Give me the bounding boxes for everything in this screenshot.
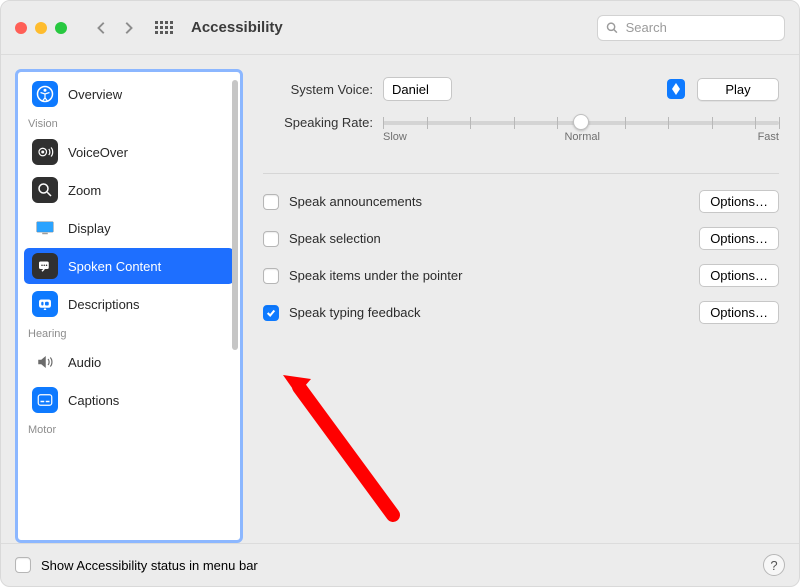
speaking-rate-slider-area: Slow Normal Fast [383,115,779,143]
sidebar-item-label: Audio [68,355,101,370]
sidebar-item-spoken-content[interactable]: Spoken Content [24,248,234,284]
sidebar-frame: Overview Vision VoiceOver Zoom [15,69,243,543]
show-all-prefs-button[interactable] [151,15,177,41]
help-button[interactable]: ? [763,554,785,576]
content-divider [263,173,779,174]
rate-normal-label: Normal [564,131,599,143]
audio-icon [32,349,58,375]
display-icon [32,215,58,241]
titlebar: Accessibility [1,1,799,55]
forward-button[interactable] [115,15,141,41]
speak-announcements-checkbox[interactable] [263,194,279,210]
window-controls [15,22,67,34]
show-status-checkbox[interactable] [15,557,31,573]
speak-pointer-label: Speak items under the pointer [289,268,699,283]
rate-fast-label: Fast [758,131,779,143]
sidebar-item-label: Captions [68,393,119,408]
checkmark-icon [266,308,276,318]
slider-thumb[interactable] [573,114,589,130]
descriptions-icon [32,291,58,317]
sidebar-scrollbar[interactable] [232,80,238,350]
sidebar-section-motor: Motor [18,420,240,438]
sidebar-item-label: Display [68,221,111,236]
speak-pointer-options-button[interactable]: Options… [699,264,779,287]
help-icon: ? [770,558,777,573]
sidebar-item-display[interactable]: Display [24,210,234,246]
zoom-icon [32,177,58,203]
sidebar-item-overview[interactable]: Overview [24,76,234,112]
back-button[interactable] [89,15,115,41]
speak-selection-options-button[interactable]: Options… [699,227,779,250]
footer: Show Accessibility status in menu bar ? [1,543,799,586]
sidebar-item-label: Descriptions [68,297,140,312]
sidebar-item-audio[interactable]: Audio [24,344,234,380]
system-voice-label: System Voice: [263,82,373,97]
accessibility-prefpane-window: Accessibility Overview Vision [0,0,800,587]
sidebar: Overview Vision VoiceOver Zoom [18,74,240,538]
speak-announcements-label: Speak announcements [289,194,699,209]
speak-announcements-options-button[interactable]: Options… [699,190,779,213]
speak-announcements-row: Speak announcements Options… [263,190,779,213]
close-window-button[interactable] [15,22,27,34]
sidebar-item-zoom[interactable]: Zoom [24,172,234,208]
search-input[interactable] [624,19,776,36]
voiceover-icon [32,139,58,165]
speak-pointer-checkbox[interactable] [263,268,279,284]
speak-typing-feedback-checkbox[interactable] [263,305,279,321]
sidebar-item-descriptions[interactable]: Descriptions [24,286,234,322]
window-body: Overview Vision VoiceOver Zoom [1,55,799,543]
sidebar-section-hearing: Hearing [18,324,240,342]
play-button[interactable]: Play [697,78,779,101]
sidebar-item-captions[interactable]: Captions [24,382,234,418]
search-icon [606,21,618,34]
zoom-window-button[interactable] [55,22,67,34]
dropdown-stepper-icon [667,79,685,99]
speak-typing-feedback-options-button[interactable]: Options… [699,301,779,324]
window-title: Accessibility [191,19,283,36]
rate-slow-label: Slow [383,131,407,143]
captions-icon [32,387,58,413]
system-voice-select[interactable]: Daniel [383,77,452,101]
speak-pointer-row: Speak items under the pointer Options… [263,264,779,287]
annotation-arrow [273,365,403,525]
spoken-content-icon [32,253,58,279]
sidebar-item-label: Spoken Content [68,259,161,274]
sidebar-item-label: Zoom [68,183,101,198]
speak-typing-feedback-row: Speak typing feedback Options… [263,301,779,324]
speaking-rate-row: Speaking Rate: [263,115,779,143]
search-field[interactable] [597,15,785,41]
speak-selection-row: Speak selection Options… [263,227,779,250]
grid-icon [155,21,173,34]
speak-selection-checkbox[interactable] [263,231,279,247]
system-voice-row: System Voice: Daniel Play [263,77,779,101]
accessibility-icon [32,81,58,107]
system-voice-select-wrap[interactable]: Daniel [383,77,687,101]
sidebar-item-label: VoiceOver [68,145,128,160]
speak-selection-label: Speak selection [289,231,699,246]
speaking-rate-slider[interactable] [383,121,779,125]
sidebar-section-vision: Vision [18,114,240,132]
sidebar-item-voiceover[interactable]: VoiceOver [24,134,234,170]
minimize-window-button[interactable] [35,22,47,34]
speak-typing-feedback-label: Speak typing feedback [289,305,699,320]
show-status-label: Show Accessibility status in menu bar [41,558,258,573]
sidebar-item-label: Overview [68,87,122,102]
content-pane: System Voice: Daniel Play Speaking Rate: [257,69,785,543]
speaking-rate-label: Speaking Rate: [263,115,373,130]
slider-labels: Slow Normal Fast [383,131,779,143]
